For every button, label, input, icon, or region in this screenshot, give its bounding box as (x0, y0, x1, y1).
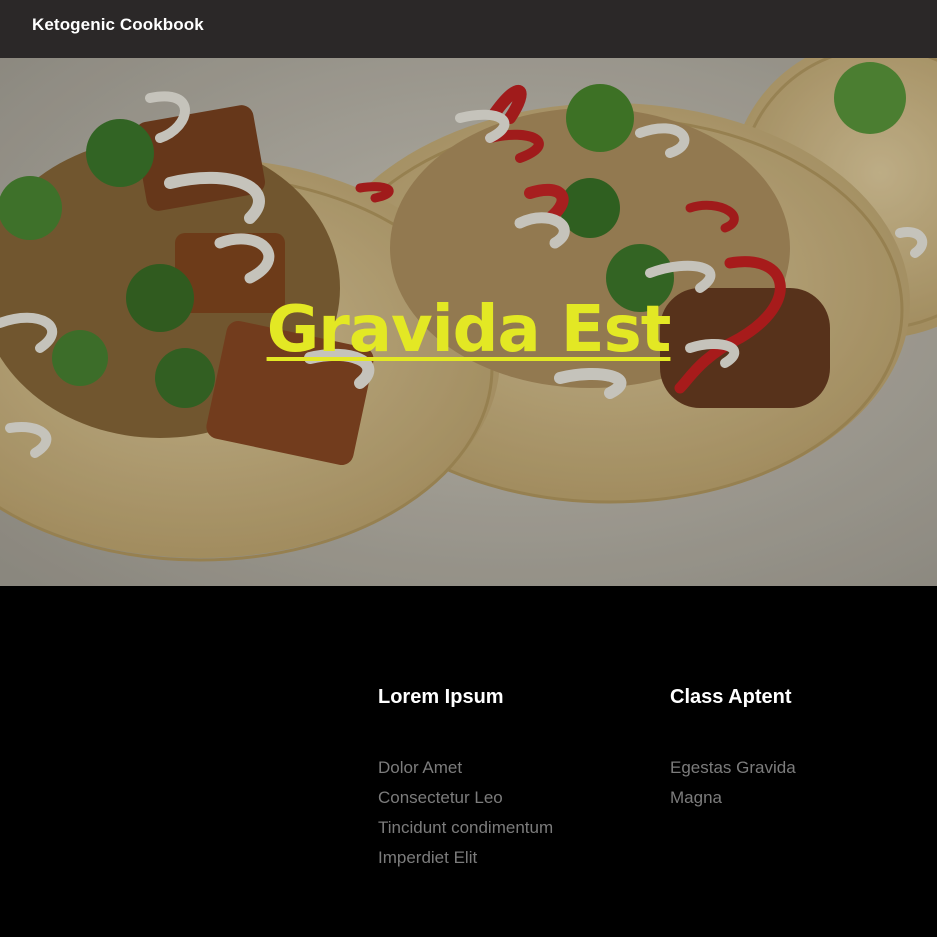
list-item: Egestas Gravida (670, 753, 796, 783)
list-item: Tincidunt condimentum (378, 813, 553, 843)
footer-link-dolor-amet[interactable]: Dolor Amet (378, 758, 462, 777)
footer-column-heading: Lorem Ipsum (378, 686, 504, 708)
footer: Lorem Ipsum Dolor Amet Consectetur Leo T… (0, 586, 937, 937)
list-item: Imperdiet Elit (378, 843, 553, 873)
footer-link-list: Egestas Gravida Magna (670, 753, 796, 813)
footer-link-list: Dolor Amet Consectetur Leo Tincidunt con… (378, 753, 553, 873)
hero-title: Gravida Est (0, 298, 937, 362)
footer-link-consectetur-leo[interactable]: Consectetur Leo (378, 788, 503, 807)
hero-banner: Gravida Est (0, 58, 937, 586)
list-item: Consectetur Leo (378, 783, 553, 813)
list-item: Dolor Amet (378, 753, 553, 783)
brand-link[interactable]: Ketogenic Cookbook (32, 15, 204, 35)
footer-link-imperdiet-elit[interactable]: Imperdiet Elit (378, 848, 477, 867)
hero-title-link[interactable]: Gravida Est (267, 293, 672, 367)
footer-column-lorem-ipsum: Lorem Ipsum Dolor Amet Consectetur Leo T… (378, 686, 553, 873)
footer-link-magna[interactable]: Magna (670, 788, 722, 807)
footer-link-tincidunt-condimentum[interactable]: Tincidunt condimentum (378, 818, 553, 837)
top-navbar: Ketogenic Cookbook (0, 0, 937, 58)
footer-column-class-aptent: Class Aptent Egestas Gravida Magna (670, 686, 796, 813)
footer-link-egestas-gravida[interactable]: Egestas Gravida (670, 758, 796, 777)
footer-column-heading: Class Aptent (670, 686, 792, 708)
list-item: Magna (670, 783, 796, 813)
